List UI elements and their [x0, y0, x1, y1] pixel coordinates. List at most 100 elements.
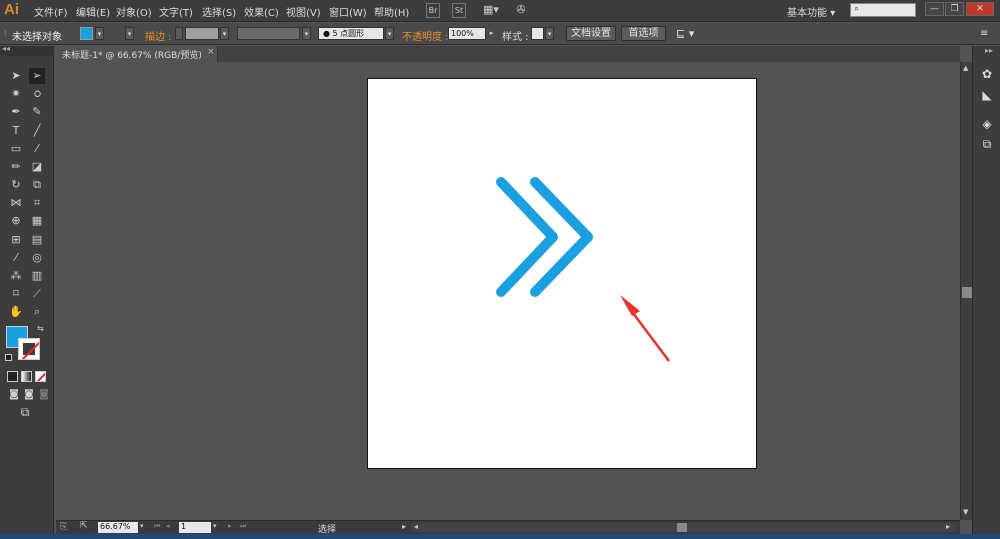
share-icon[interactable]: ⎘	[60, 522, 67, 532]
width-tool-icon[interactable]: ⋈	[8, 195, 24, 211]
menu-view[interactable]: 视图(V)	[286, 4, 321, 19]
bridge-icon[interactable]: Br	[426, 3, 440, 18]
stroke-weight-field[interactable]	[185, 27, 219, 40]
last-artboard-icon[interactable]: ⏭	[240, 522, 246, 531]
scroll-down-icon[interactable]: ▼	[963, 508, 968, 516]
status-menu-icon[interactable]: ▸	[402, 522, 406, 531]
layers-panel-icon[interactable]: ◈	[979, 116, 995, 132]
artboard-number-input[interactable]: 1	[179, 522, 211, 533]
opacity-label[interactable]: 不透明度 :	[402, 28, 449, 43]
menu-effect[interactable]: 效果(C)	[244, 4, 279, 19]
gradient-tool-icon[interactable]: ▤	[29, 232, 45, 248]
expand-panels-icon[interactable]: ▸▸	[985, 46, 993, 55]
graphic-style-swatch[interactable]	[531, 27, 544, 40]
swap-fill-stroke-icon[interactable]: ⇆	[37, 324, 44, 333]
hand-tool-icon[interactable]: ✋	[8, 304, 24, 320]
rectangle-tool-icon[interactable]: ▭	[8, 141, 24, 157]
lasso-tool-icon[interactable]: ഠ	[29, 86, 45, 102]
artboard-dropdown-icon[interactable]: ▾	[213, 522, 217, 530]
stroke-weight-stepper[interactable]	[175, 27, 183, 40]
close-button[interactable]: ✕	[966, 2, 994, 16]
opacity-arrow[interactable]: ▸	[487, 27, 496, 40]
zoom-input[interactable]: 66.67%	[98, 522, 138, 533]
stroke-dropdown[interactable]: ▾	[125, 27, 134, 40]
fill-swatch[interactable]	[80, 27, 93, 40]
arrange-documents-icon[interactable]: ▦▾	[480, 3, 502, 18]
rotate-tool-icon[interactable]: ↻	[8, 177, 24, 193]
artboard[interactable]	[367, 78, 757, 469]
menu-file[interactable]: 文件(F)	[34, 4, 68, 19]
arrange-options-icon[interactable]: ⊑ ▾	[676, 27, 694, 40]
pen-tool-icon[interactable]: ✒	[8, 104, 24, 120]
shape-builder-tool-icon[interactable]: ⊕	[8, 213, 24, 229]
magic-wand-tool-icon[interactable]: ✷	[8, 86, 24, 102]
color-guide-icon[interactable]: ◣	[979, 87, 995, 103]
fill-dropdown[interactable]: ▾	[95, 27, 104, 40]
scroll-up-icon[interactable]: ▲	[963, 64, 968, 72]
zoom-tool-icon[interactable]: ⌕	[29, 304, 45, 320]
menu-help[interactable]: 帮助(H)	[374, 4, 409, 19]
brush-dropdown[interactable]: ▾	[385, 27, 394, 40]
document-setup-button[interactable]: 文档设置	[566, 26, 616, 41]
curvature-tool-icon[interactable]: ✎	[29, 104, 45, 120]
next-artboard-icon[interactable]: ▸	[228, 522, 232, 530]
preferences-button[interactable]: 首选项	[621, 26, 666, 41]
gpu-performance-icon[interactable]: ✇	[513, 3, 529, 18]
paintbrush-tool-icon[interactable]: ⁄	[29, 141, 45, 157]
default-fill-stroke-icon[interactable]	[5, 354, 12, 361]
graphic-style-dropdown[interactable]: ▾	[545, 27, 554, 40]
stock-icon[interactable]: St	[452, 3, 466, 18]
scroll-right-icon[interactable]: ▸	[946, 522, 950, 531]
stroke-color-box[interactable]	[18, 338, 40, 360]
vertical-scroll-thumb[interactable]	[962, 287, 972, 298]
symbol-sprayer-tool-icon[interactable]: ⁂	[8, 268, 24, 284]
variable-width-profile[interactable]	[237, 27, 300, 40]
column-graph-tool-icon[interactable]: ▥	[29, 268, 45, 284]
color-mode-icon[interactable]	[7, 371, 18, 382]
tools-panel-header[interactable]: ◂◂	[0, 44, 54, 56]
document-tab[interactable]: 未标题-1* @ 66.67% (RGB/预览) ×	[56, 46, 218, 62]
chevron-right-stroke[interactable]	[530, 177, 593, 297]
horizontal-scrollbar[interactable]: ◂ ▸	[412, 522, 956, 532]
stroke-weight-dropdown[interactable]: ▾	[220, 27, 229, 40]
type-tool-icon[interactable]: T	[8, 123, 24, 139]
minimize-button[interactable]: —	[925, 2, 944, 16]
eyedropper-tool-icon[interactable]: ⁄	[8, 250, 24, 266]
brush-definition[interactable]: ● 5 点圆形	[318, 27, 384, 40]
menu-edit[interactable]: 编辑(E)	[76, 4, 110, 19]
vertical-scrollbar[interactable]: ▲ ▼	[960, 62, 972, 520]
zoom-dropdown-icon[interactable]: ▾	[140, 522, 144, 530]
profile-dropdown[interactable]: ▾	[302, 27, 311, 40]
close-tab-icon[interactable]: ×	[207, 47, 215, 57]
selection-tool-icon[interactable]: ➤	[8, 68, 24, 84]
menu-type[interactable]: 文字(T)	[159, 4, 193, 19]
opacity-input[interactable]: 100%	[448, 27, 486, 40]
open-in-bridge-icon[interactable]: ⇱	[80, 521, 88, 531]
free-transform-tool-icon[interactable]: ⌗	[29, 195, 45, 211]
eraser-tool-icon[interactable]: ◪	[29, 159, 45, 175]
blend-tool-icon[interactable]: ◎	[29, 250, 45, 266]
stroke-label[interactable]: 描边 :	[145, 28, 172, 43]
slice-tool-icon[interactable]: ⟋	[29, 286, 45, 302]
mesh-tool-icon[interactable]: ⊞	[8, 232, 24, 248]
scale-tool-icon[interactable]: ⧉	[29, 177, 45, 193]
draw-behind-icon[interactable]: ◙	[21, 387, 37, 403]
workspace-switcher[interactable]: 基本功能 ▾	[787, 4, 835, 19]
line-segment-tool-icon[interactable]: ╱	[29, 123, 45, 139]
previous-artboard-icon[interactable]: ◂	[166, 522, 170, 530]
menu-object[interactable]: 对象(O)	[116, 4, 152, 19]
color-panel-icon[interactable]: ✿	[979, 66, 995, 82]
screen-mode-icon[interactable]: ⧉	[17, 404, 33, 420]
gradient-mode-icon[interactable]	[21, 371, 32, 382]
perspective-grid-tool-icon[interactable]: ▦	[29, 213, 45, 229]
first-artboard-icon[interactable]: ⏮	[154, 522, 160, 531]
direct-selection-tool-icon[interactable]: ➢	[29, 68, 45, 84]
menu-select[interactable]: 选择(S)	[202, 4, 236, 19]
artboard-tool-icon[interactable]: ⌑	[8, 286, 24, 302]
menu-window[interactable]: 窗口(W)	[329, 4, 367, 19]
panel-grip-icon[interactable]: ⁝	[4, 29, 7, 38]
search-input[interactable]: ⌕	[850, 3, 916, 17]
draw-inside-icon[interactable]: ◙	[36, 387, 52, 403]
horizontal-scroll-thumb[interactable]	[677, 523, 687, 532]
restore-button[interactable]: ❐	[945, 2, 964, 16]
